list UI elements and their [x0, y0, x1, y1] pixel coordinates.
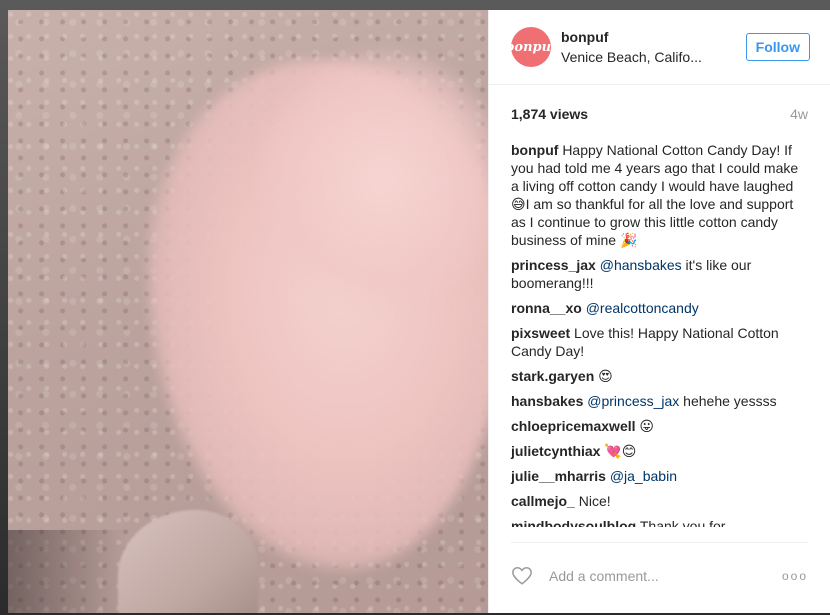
comment: princess_jax @hansbakes it's like our bo…: [511, 256, 808, 292]
post-sidebar: bonpuf bonpuf Venice Beach, Califo... Fo…: [488, 10, 830, 613]
comment-text: 😍: [598, 368, 613, 384]
comment-text: Nice!: [578, 493, 611, 509]
comment: mindbodysoulblog Thank you for: [511, 517, 808, 527]
post-video[interactable]: [8, 10, 488, 613]
comment-author[interactable]: julie__mharris: [511, 468, 606, 484]
comment: julietcynthiax 💘😊: [511, 442, 808, 460]
comment-author[interactable]: ronna__xo: [511, 300, 582, 316]
comment-author[interactable]: julietcynthiax: [511, 443, 600, 459]
comment-caption: bonpuf Happy National Cotton Candy Day! …: [511, 141, 808, 249]
like-heart-icon[interactable]: [511, 565, 533, 587]
comment-author[interactable]: princess_jax: [511, 257, 596, 273]
view-count[interactable]: 1,874 views: [511, 106, 588, 122]
comment-list: bonpuf Happy National Cotton Candy Day! …: [489, 135, 830, 527]
post-card: bonpuf bonpuf Venice Beach, Califo... Fo…: [8, 10, 830, 613]
comment-author[interactable]: chloepricemaxwell: [511, 418, 636, 434]
comment-text: 💘😊: [604, 443, 637, 459]
comment-author[interactable]: bonpuf: [511, 142, 558, 158]
comment: ronna__xo @realcottoncandy: [511, 299, 808, 317]
comment-text: Thank you for: [639, 518, 726, 527]
comment-text: 😛: [639, 418, 655, 434]
user-block: bonpuf Venice Beach, Califo...: [561, 29, 746, 65]
post-header: bonpuf bonpuf Venice Beach, Califo... Fo…: [489, 10, 830, 85]
avatar[interactable]: bonpuf: [505, 27, 557, 67]
add-comment-input[interactable]: [547, 567, 782, 585]
shadow: [8, 530, 128, 613]
location[interactable]: Venice Beach, Califo...: [561, 49, 746, 65]
comment-mention[interactable]: @ja_babin: [610, 468, 677, 484]
comment-author[interactable]: pixsweet: [511, 325, 570, 341]
comment-author[interactable]: stark.garyen: [511, 368, 594, 384]
comment: chloepricemaxwell 😛: [511, 417, 808, 435]
comment-author[interactable]: mindbodysoulblog: [511, 518, 636, 527]
divider: [511, 542, 808, 543]
comment-mention[interactable]: @hansbakes: [600, 257, 682, 273]
add-comment-row: ooo: [511, 561, 808, 591]
more-options-icon[interactable]: ooo: [782, 569, 808, 583]
comment: hansbakes @princess_jax hehehe yessss: [511, 392, 808, 410]
comment: julie__mharris @ja_babin: [511, 467, 808, 485]
comment-author[interactable]: hansbakes: [511, 393, 583, 409]
post-stats: 1,874 views 4w: [489, 93, 830, 135]
comment-mention[interactable]: @realcottoncandy: [586, 300, 699, 316]
comment-mention[interactable]: @princess_jax: [587, 393, 679, 409]
comment: callmejo_ Nice!: [511, 492, 808, 510]
follow-button[interactable]: Follow: [745, 33, 810, 61]
comment: stark.garyen 😍: [511, 367, 808, 385]
username[interactable]: bonpuf: [561, 29, 746, 45]
comment: pixsweet Love this! Happy National Cotto…: [511, 324, 808, 360]
post-age[interactable]: 4w: [790, 106, 808, 122]
comment-text: hehehe yessss: [679, 393, 777, 409]
hand: [118, 510, 258, 613]
comment-author[interactable]: callmejo_: [511, 493, 575, 509]
